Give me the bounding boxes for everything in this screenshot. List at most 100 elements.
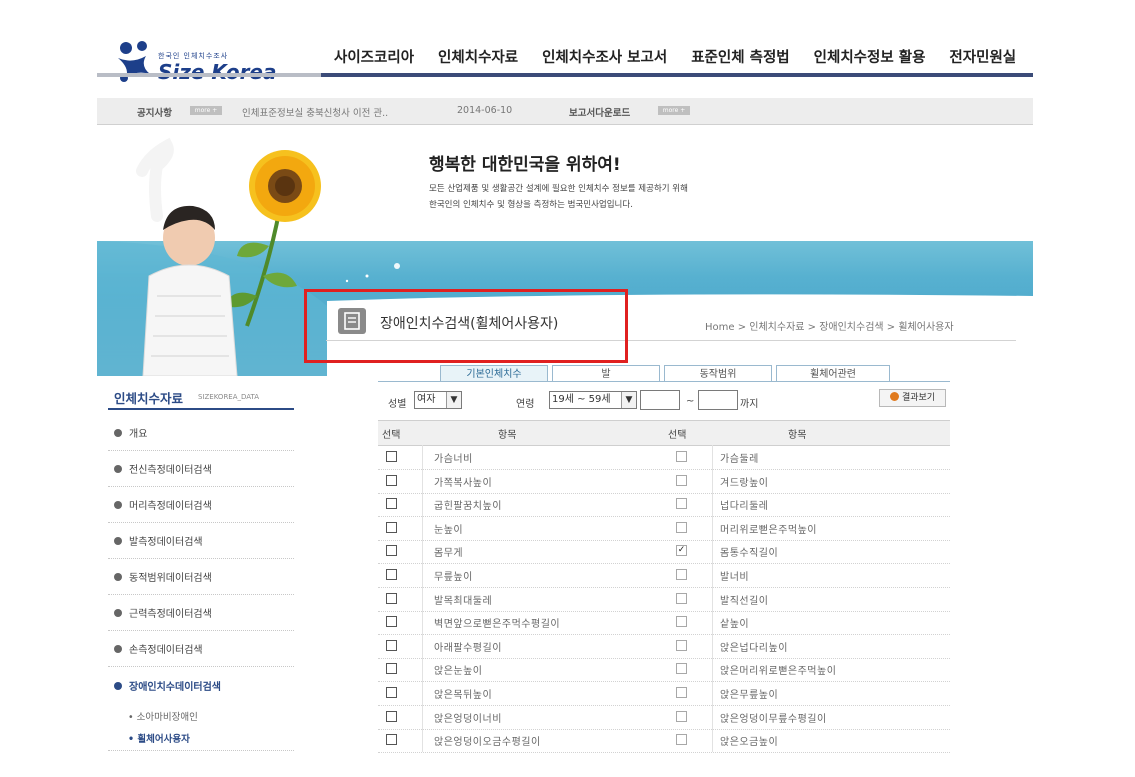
tab-motion-range[interactable]: 동작범위 <box>664 365 772 382</box>
tab-foot[interactable]: 발 <box>552 365 660 382</box>
left-checkbox[interactable] <box>386 663 397 675</box>
header-item-left: 항목 <box>498 430 517 441</box>
table-row: 가슴너비 가슴둘레 <box>378 445 950 470</box>
gender-label: 성별 <box>388 399 407 410</box>
sidebar-subtitle: SIZEKOREA_DATA <box>198 393 260 401</box>
age-select-value: 19세 ~ 59세 <box>552 394 611 405</box>
table-row: 아래팔수평길이 앉은넙다리높이 <box>378 633 950 659</box>
left-checkbox[interactable] <box>386 545 397 557</box>
right-checkbox[interactable] <box>676 663 687 675</box>
right-checkbox[interactable] <box>676 734 687 746</box>
left-checkbox[interactable] <box>386 639 397 651</box>
column-divider <box>712 610 713 635</box>
left-item-label: 발목최대둘레 <box>434 595 493 607</box>
left-checkbox[interactable] <box>386 569 397 580</box>
right-item-label: 앉은엉덩이무릎수평길이 <box>720 713 827 725</box>
column-divider <box>712 728 713 753</box>
right-item-label: 앉은오금높이 <box>720 737 779 749</box>
sidebar-item-label: 근력측정데이터검색 <box>129 609 212 620</box>
left-checkbox[interactable] <box>386 451 397 462</box>
right-item-label: 가슴둘레 <box>720 454 759 465</box>
sidebar-item-strength[interactable]: 근력측정데이터검색 <box>114 605 212 620</box>
logo-mark-icon <box>118 41 150 82</box>
column-divider <box>422 468 423 493</box>
left-item-label: 눈높이 <box>434 524 464 536</box>
right-checkbox[interactable]: ✓ <box>676 545 687 557</box>
right-item-label: 몸통수직길이 <box>720 548 779 560</box>
sidebar-subitem-wheelchair[interactable]: • 휠체어사용자 <box>128 731 190 745</box>
right-checkbox[interactable] <box>676 710 687 722</box>
age-select[interactable]: 19세 ~ 59세 ▼ <box>549 391 637 409</box>
column-divider <box>712 468 713 493</box>
notice-bar: 공지사항 more + 인체표준정보실 충북신청사 이전 관.. 2014-06… <box>97 98 1033 125</box>
sidebar-item-label: 발측정데이터검색 <box>129 537 203 548</box>
header-select-right: 선택 <box>668 430 687 441</box>
sidebar-subitem-polio[interactable]: • 소아마비장애인 <box>128 709 198 723</box>
result-icon <box>889 392 899 401</box>
sidebar-item-head[interactable]: 머리측정데이터검색 <box>114 497 212 512</box>
column-divider <box>422 657 423 682</box>
report-more-button[interactable]: more + <box>658 106 690 115</box>
sidebar-item-hand[interactable]: 손측정데이터검색 <box>114 641 203 656</box>
gender-select[interactable]: 여자 ▼ <box>414 391 462 409</box>
nav-e-civil-service[interactable]: 전자민원실 <box>949 46 1016 68</box>
sidebar-item-full-body[interactable]: 전신측정데이터검색 <box>114 461 212 476</box>
nav-data-usage[interactable]: 인체치수정보 활용 <box>814 46 926 68</box>
sidebar-item-disabled[interactable]: 장애인치수데이터검색 <box>114 678 221 693</box>
tab-wheelchair[interactable]: 휠체어관련 <box>776 365 890 382</box>
left-item-label: 가슴너비 <box>434 454 473 465</box>
right-checkbox[interactable] <box>676 639 687 651</box>
range-from-input[interactable] <box>640 390 680 410</box>
sidebar-item-label: 손측정데이터검색 <box>129 645 203 656</box>
nav-measurement-method[interactable]: 표준인체 측정법 <box>691 46 789 68</box>
sidebar-item-foot[interactable]: 발측정데이터검색 <box>114 533 203 548</box>
right-checkbox[interactable] <box>676 521 687 533</box>
hero-desc-line2: 한국인의 인체치수 및 형상을 측정하는 범국민사업입니다. <box>429 200 633 210</box>
nav-survey-report[interactable]: 인체치수조사 보고서 <box>542 46 667 68</box>
right-checkbox[interactable] <box>676 498 687 510</box>
column-divider <box>422 492 423 517</box>
left-checkbox[interactable] <box>386 521 397 533</box>
left-checkbox[interactable] <box>386 710 397 722</box>
bullet-icon <box>114 609 122 617</box>
right-checkbox[interactable] <box>676 592 687 604</box>
nav-size-korea[interactable]: 사이즈코리아 <box>334 46 414 68</box>
right-checkbox[interactable] <box>676 474 687 486</box>
sidebar-divider <box>108 558 294 560</box>
right-item-label: 앉은머리위로뻗은주먹높이 <box>720 666 837 678</box>
sidebar-title-rule <box>108 408 294 410</box>
sidebar-item-overview[interactable]: 개요 <box>114 425 147 440</box>
column-divider <box>422 681 423 705</box>
sidebar-item-label: 전신측정데이터검색 <box>129 465 212 476</box>
range-to-input[interactable] <box>698 390 738 410</box>
view-results-button[interactable]: 결과보기 <box>879 389 946 407</box>
left-checkbox[interactable] <box>386 734 397 746</box>
bullet-icon <box>114 682 122 690</box>
nav-body-data[interactable]: 인체치수자료 <box>438 46 518 68</box>
left-checkbox[interactable] <box>386 498 397 510</box>
tab-baseline <box>378 381 950 382</box>
right-item-label: 앉은넙다리높이 <box>720 642 788 654</box>
right-checkbox[interactable] <box>676 451 687 462</box>
gender-select-value: 여자 <box>417 394 436 405</box>
left-checkbox[interactable] <box>386 474 397 486</box>
chevron-down-icon: ▼ <box>446 392 461 408</box>
notice-more-button[interactable]: more + <box>190 106 222 115</box>
notice-label: 공지사항 <box>137 108 172 119</box>
left-checkbox[interactable] <box>386 687 397 698</box>
column-divider <box>422 563 423 587</box>
right-checkbox[interactable] <box>676 687 687 698</box>
table-row: 굽힌팔꿈치높이 넙다리둘레 <box>378 492 950 518</box>
right-item-label: 넙다리둘레 <box>720 501 769 513</box>
left-checkbox[interactable] <box>386 592 397 604</box>
notice-headline-link[interactable]: 인체표준정보실 충북신청사 이전 관.. <box>242 105 388 119</box>
size-korea-logo[interactable]: 한국인 인체치수조사 Size Korea <box>112 38 282 88</box>
column-divider <box>712 586 713 611</box>
column-divider <box>712 539 713 564</box>
left-checkbox[interactable] <box>386 616 397 628</box>
right-checkbox[interactable] <box>676 616 687 628</box>
sidebar-item-dynamic-range[interactable]: 동적범위데이터검색 <box>114 569 212 584</box>
tab-basic-body[interactable]: 기본인체치수 <box>440 365 548 382</box>
left-item-label: 앉은엉덩이오금수평길이 <box>434 737 541 749</box>
right-checkbox[interactable] <box>676 569 687 580</box>
